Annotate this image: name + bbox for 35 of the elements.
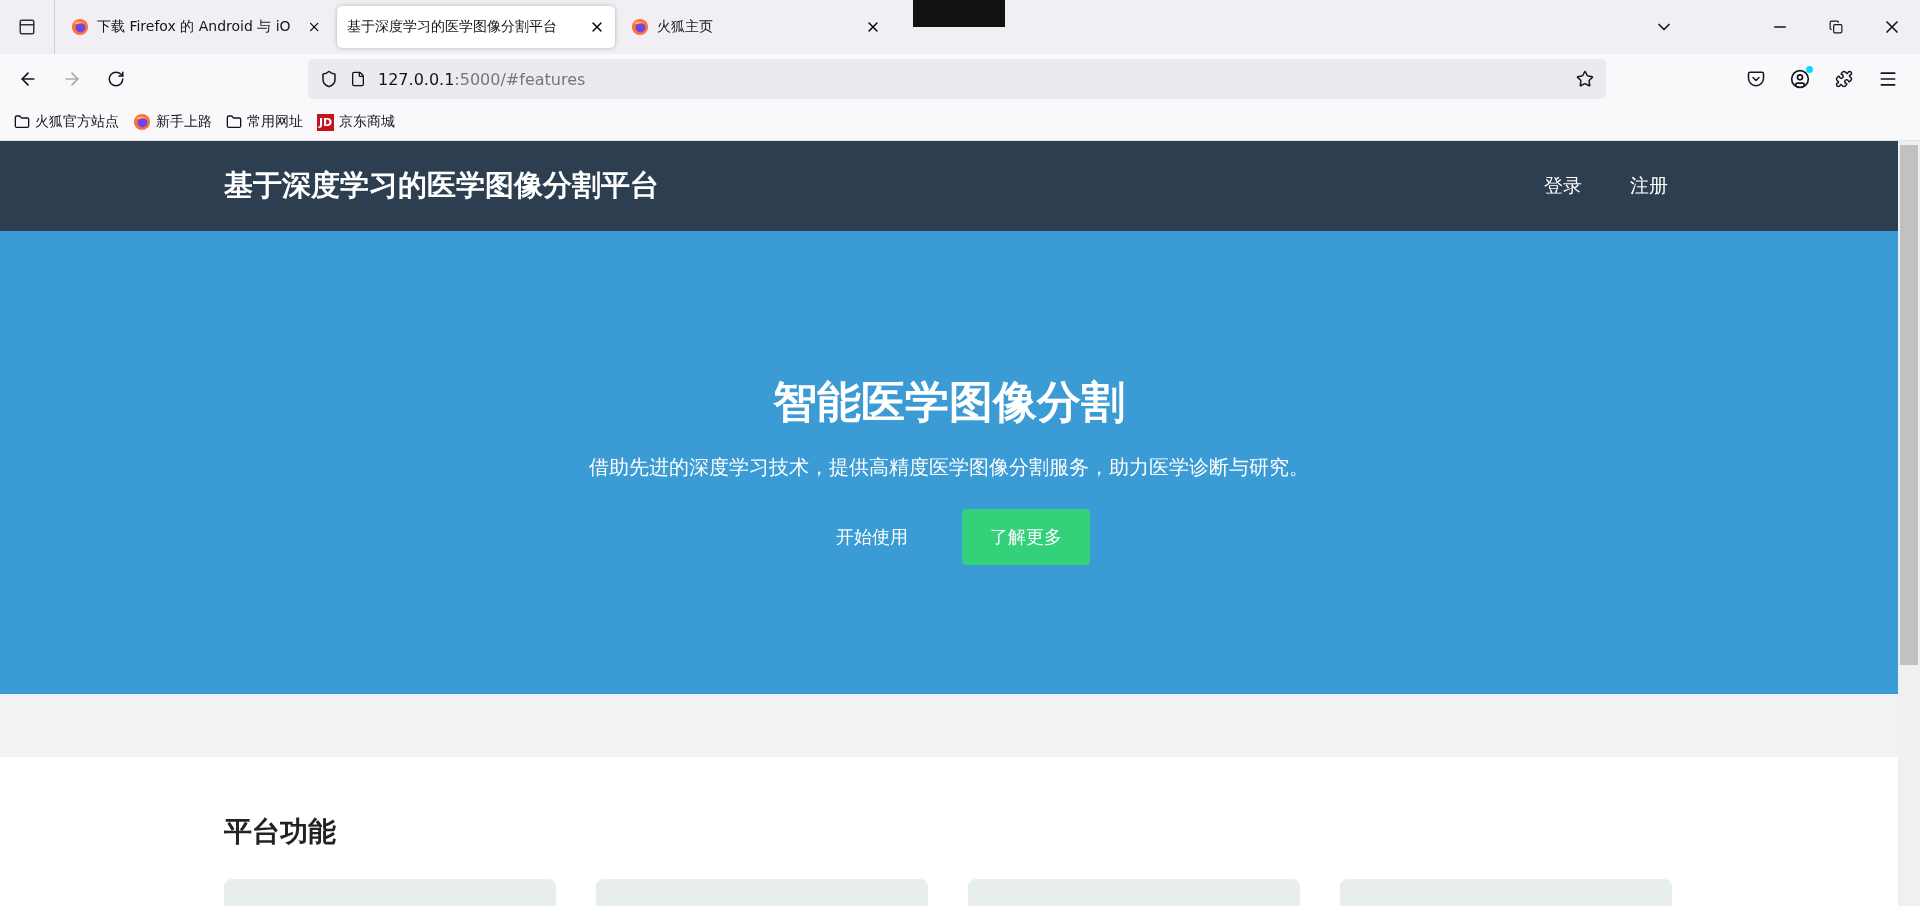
pocket-icon[interactable] <box>1747 70 1765 88</box>
folder-icon <box>14 114 30 130</box>
notification-dot <box>1806 66 1813 73</box>
tab-title: 下载 Firefox 的 Android 与 iO <box>97 18 291 36</box>
tab-title: 火狐主页 <box>657 18 713 36</box>
bookmark-link[interactable]: 京东商城 <box>339 113 396 131</box>
bookmark-link[interactable]: 新手上路 <box>156 113 212 131</box>
bookmark-link[interactable]: 火狐官方站点 <box>35 113 119 131</box>
account-icon[interactable] <box>1790 69 1810 89</box>
bookmark-link[interactable]: 常用网址 <box>247 113 303 131</box>
shield-icon[interactable] <box>320 70 338 88</box>
restore-icon[interactable] <box>1829 20 1843 34</box>
nav-link[interactable]: 登录 <box>1544 173 1582 199</box>
reload-icon[interactable] <box>107 70 125 88</box>
address-bar[interactable]: 127.0.0.1:5000/#features <box>308 59 1606 99</box>
hero-title: 智能医学图像分割 <box>773 374 1125 429</box>
firefox-icon <box>71 18 89 36</box>
browser-tab[interactable]: 下载 Firefox 的 Android 与 iO <box>61 6 331 48</box>
firefox-icon <box>631 18 649 36</box>
nav-link[interactable]: 注册 <box>1630 173 1668 199</box>
scrollbar[interactable] <box>1898 141 1920 906</box>
section-heading: 平台功能 <box>224 814 337 850</box>
browser-tab[interactable]: 火狐主页 <box>621 6 891 48</box>
puzzle-icon[interactable] <box>1835 70 1853 88</box>
tab-title: 基于深度学习的医学图像分割平台 <box>347 18 557 36</box>
hero-subtitle: 借助先进的深度学习技术，提供高精度医学图像分割服务，助力医学诊断与研究。 <box>589 453 1309 481</box>
tab-list-icon[interactable] <box>18 18 36 36</box>
folder-icon <box>226 114 242 130</box>
bookmark-logo: JD <box>317 113 335 131</box>
star-icon[interactable] <box>1576 70 1594 88</box>
menu-icon[interactable] <box>1878 69 1898 89</box>
browser-tab[interactable]: 基于深度学习的医学图像分割平台 <box>337 6 615 48</box>
firefox-icon <box>133 113 151 131</box>
page-icon <box>350 71 366 87</box>
site-title: 基于深度学习的医学图像分割平台 <box>224 167 659 204</box>
